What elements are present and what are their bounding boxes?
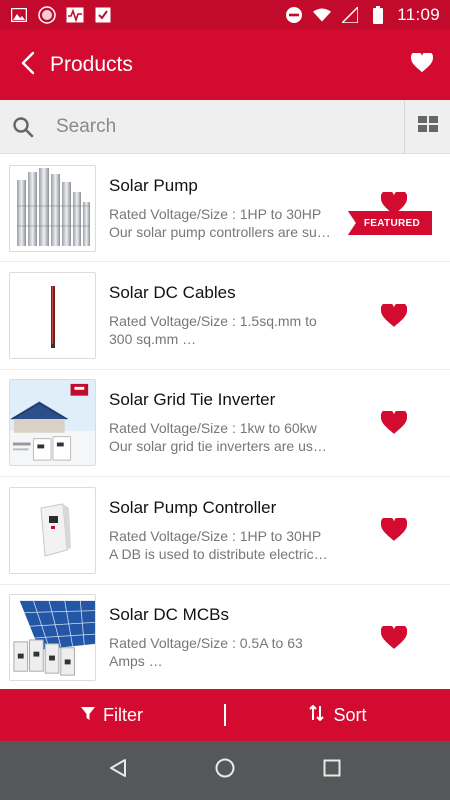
favorite-heart-icon[interactable] bbox=[380, 303, 408, 329]
download-icon bbox=[94, 6, 112, 24]
favorite-heart-icon[interactable] bbox=[380, 625, 408, 651]
product-description: Rated Voltage/Size : 1.5sq.mm to 300 sq.… bbox=[109, 312, 349, 348]
product-name: Solar Pump bbox=[109, 175, 198, 195]
view-toggle-button[interactable] bbox=[404, 99, 450, 154]
battery-icon bbox=[369, 6, 387, 24]
featured-badge: FEATURED bbox=[347, 211, 432, 235]
product-row[interactable]: Solar DC Cables Rated Voltage/Size : 1.5… bbox=[0, 262, 450, 370]
nav-recents-button[interactable] bbox=[312, 751, 352, 791]
status-bar: 11:09 bbox=[0, 0, 450, 30]
product-description: Rated Voltage/Size : 1HP to 30HP Our sol… bbox=[109, 205, 349, 241]
back-button[interactable] bbox=[0, 30, 56, 100]
product-row[interactable]: Solar Pump Controller Rated Voltage/Size… bbox=[0, 477, 450, 585]
record-icon bbox=[38, 6, 56, 24]
heart-icon bbox=[410, 50, 434, 78]
filter-label: Filter bbox=[103, 704, 143, 725]
product-image-solar-pump bbox=[9, 164, 96, 252]
search-icon[interactable] bbox=[0, 100, 46, 154]
page-title: Products bbox=[50, 53, 133, 76]
filter-icon bbox=[81, 705, 95, 726]
favorite-heart-icon[interactable] bbox=[380, 517, 408, 543]
favorite-heart-icon[interactable] bbox=[380, 410, 408, 436]
triangle-back-icon bbox=[109, 758, 127, 783]
product-image-solar-dc-mcbs bbox=[9, 594, 96, 682]
product-summary: 300 sq.mm … bbox=[109, 331, 197, 348]
search-input[interactable] bbox=[46, 99, 404, 154]
product-spec: Rated Voltage/Size : 1HP to 30HP bbox=[109, 527, 322, 544]
product-description: Rated Voltage/Size : 1HP to 30HP A DB is… bbox=[109, 527, 349, 563]
product-name: Solar Pump Controller bbox=[109, 497, 277, 517]
nav-back-button[interactable] bbox=[98, 751, 138, 791]
clock: 11:09 bbox=[397, 5, 440, 24]
product-row[interactable]: Solar Grid Tie Inverter Rated Voltage/Si… bbox=[0, 370, 450, 478]
product-image-solar-grid-tie-inverter bbox=[9, 379, 96, 467]
signal-icon bbox=[341, 6, 359, 24]
app-bar: Products bbox=[0, 30, 450, 100]
product-spec: Rated Voltage/Size : 1.5sq.mm to bbox=[109, 313, 317, 330]
image-icon bbox=[10, 6, 28, 24]
system-nav-bar bbox=[0, 741, 450, 800]
sort-icon bbox=[309, 704, 325, 726]
product-description: Rated Voltage/Size : 0.5A to 63 Amps … bbox=[109, 634, 349, 670]
product-spec: Rated Voltage/Size : 1kw to 60kw bbox=[109, 420, 317, 437]
filter-button[interactable]: Filter bbox=[0, 689, 224, 741]
nav-home-button[interactable] bbox=[205, 751, 245, 791]
product-row[interactable]: Solar Pump Rated Voltage/Size : 1HP to 3… bbox=[0, 155, 450, 263]
chevron-left-icon bbox=[21, 51, 35, 80]
product-row[interactable]: Solar DC MCBs Rated Voltage/Size : 0.5A … bbox=[0, 585, 450, 689]
product-summary: Our solar grid tie inverters are us… bbox=[109, 438, 327, 455]
activity-icon bbox=[66, 6, 84, 24]
product-summary: A DB is used to distribute electric… bbox=[109, 545, 328, 562]
sort-button[interactable]: Sort bbox=[226, 689, 450, 741]
product-image-solar-pump-controller bbox=[9, 486, 96, 574]
favorites-button[interactable] bbox=[394, 30, 450, 100]
do-not-disturb-icon bbox=[285, 6, 303, 24]
grid-icon bbox=[417, 116, 438, 137]
product-name: Solar Grid Tie Inverter bbox=[109, 390, 276, 410]
circle-home-icon bbox=[215, 758, 235, 783]
product-name: Solar DC Cables bbox=[109, 283, 236, 303]
product-list: Solar Pump Rated Voltage/Size : 1HP to 3… bbox=[0, 155, 450, 689]
product-spec: Rated Voltage/Size : 1HP to 30HP bbox=[109, 205, 322, 222]
sort-label: Sort bbox=[333, 704, 367, 725]
product-name: Solar DC MCBs bbox=[109, 605, 229, 625]
search-bar bbox=[0, 99, 450, 154]
product-summary: Our solar pump controllers are su… bbox=[109, 223, 331, 240]
product-summary: Amps … bbox=[109, 653, 163, 670]
product-image-solar-dc-cables bbox=[9, 272, 96, 360]
product-spec: Rated Voltage/Size : 0.5A to 63 bbox=[109, 635, 303, 652]
wifi-icon bbox=[313, 6, 332, 24]
square-recents-icon bbox=[323, 759, 341, 782]
filter-sort-bar: Filter Sort bbox=[0, 689, 450, 741]
product-description: Rated Voltage/Size : 1kw to 60kw Our sol… bbox=[109, 419, 349, 455]
